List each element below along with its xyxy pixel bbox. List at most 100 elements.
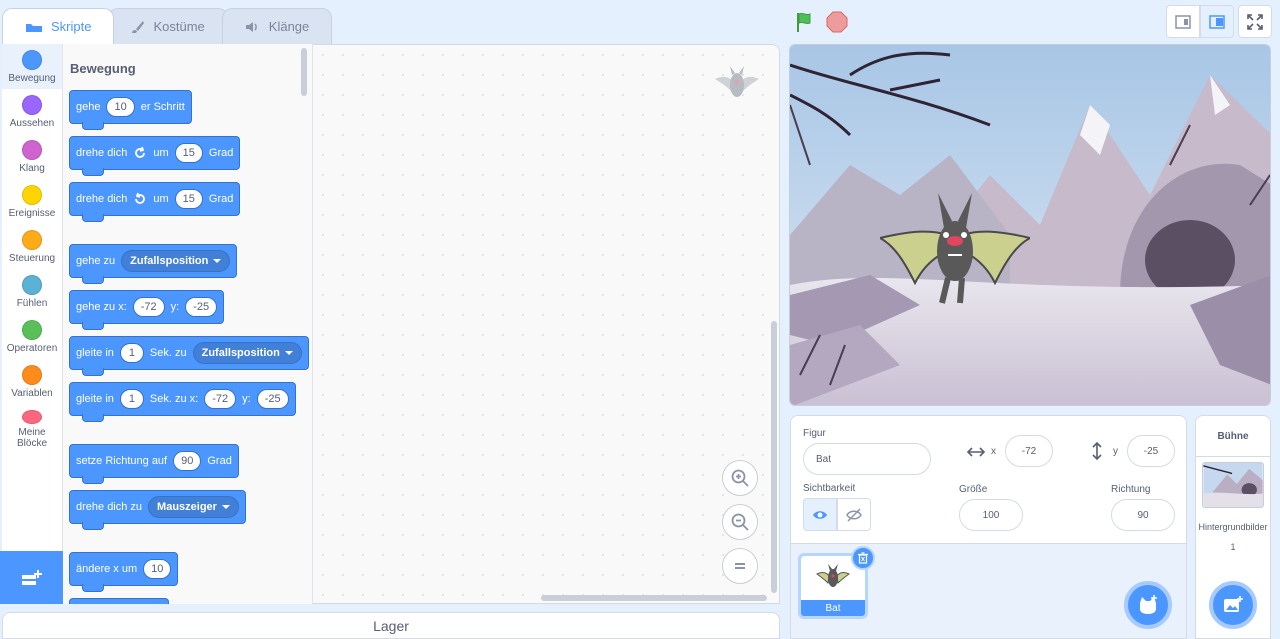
glide-dropdown[interactable]: Zufallsposition [192, 342, 302, 364]
palette-title: Bewegung [70, 61, 136, 76]
speaker-icon [245, 21, 257, 32]
block-glide-xy[interactable]: gleite in 1 Sek. zu x: -72 y: -25 [69, 382, 296, 422]
category-sensing[interactable]: Fühlen [2, 269, 62, 314]
sprite-tile-label: Bat [825, 603, 841, 614]
block-goto-xy[interactable]: gehe zu x: -72 y: -25 [69, 290, 225, 330]
block-goto[interactable]: gehe zu Zufallsposition [69, 244, 238, 284]
normal-stage-icon [1209, 14, 1225, 29]
add-extension-button[interactable] [0, 551, 63, 604]
category-variables[interactable]: Variablen [2, 359, 62, 404]
visibility-label: Sichtbarkeit [803, 483, 856, 494]
fullscreen-button[interactable] [1238, 5, 1272, 38]
block-turn-left[interactable]: drehe dich um 15 Grad [69, 182, 241, 222]
category-sound[interactable]: Klang [2, 134, 62, 179]
degrees-input[interactable]: 15 [174, 143, 203, 163]
eye-hidden-icon [846, 508, 862, 521]
dropdown-arrow-icon [284, 351, 293, 355]
category-events[interactable]: Ereignisse [2, 179, 62, 224]
block-text: setze Richtung auf [76, 455, 168, 467]
y-input[interactable]: -25 [185, 297, 218, 317]
direction-label: Richtung [1111, 484, 1151, 495]
category-control[interactable]: Steuerung [2, 224, 62, 269]
block-turn-right[interactable]: drehe dich um 15 Grad [69, 136, 241, 176]
block-partial[interactable] [69, 598, 169, 604]
sprite-watermark-icon [715, 66, 759, 97]
code-workspace[interactable] [313, 44, 780, 604]
direction-input[interactable]: 90 [1111, 499, 1175, 531]
category-my-blocks[interactable]: Meine Blöcke [2, 404, 62, 449]
block-move-steps[interactable]: gehe 10 er Schritt [69, 90, 192, 130]
trash-icon [858, 552, 868, 564]
horizontal-arrows-icon [966, 447, 986, 457]
small-stage-icon [1175, 14, 1191, 29]
my-blocks-dot-icon [22, 410, 42, 424]
workspace-vertical-scrollbar[interactable] [771, 321, 777, 593]
stage-canvas[interactable] [789, 44, 1271, 406]
y-input[interactable]: -25 [256, 389, 289, 409]
category-looks[interactable]: Aussehen [2, 89, 62, 134]
block-glide[interactable]: gleite in 1 Sek. zu Zufallsposition [69, 336, 309, 376]
size-input[interactable]: 100 [959, 499, 1023, 531]
category-menu: Bewegung Aussehen Klang Ereignisse Steue… [2, 44, 63, 604]
zoom-out-icon [731, 513, 749, 531]
x-input[interactable]: -72 [132, 297, 165, 317]
tab-sounds-label: Klänge [268, 19, 310, 34]
zoom-out-button[interactable] [722, 504, 758, 540]
block-point-towards[interactable]: drehe dich zu Mauszeiger [69, 490, 246, 530]
block-text: Sek. zu [149, 347, 187, 359]
tab-costumes[interactable]: Kostüme [108, 8, 228, 44]
category-label: Ereignisse [8, 208, 56, 219]
block-text: Grad [207, 455, 232, 467]
choose-sprite-button[interactable] [1124, 581, 1172, 629]
sprite-name-input[interactable]: Bat [803, 443, 931, 475]
sprite-tile[interactable]: Bat [798, 546, 875, 619]
show-sprite-button[interactable] [803, 498, 837, 531]
towards-dropdown[interactable]: Mauszeiger [148, 496, 239, 518]
steps-input[interactable]: 10 [106, 97, 135, 117]
category-motion[interactable]: Bewegung [2, 44, 62, 89]
category-label: Aussehen [9, 118, 55, 129]
choose-backdrop-button[interactable] [1209, 581, 1257, 629]
block-text: gleite in [76, 347, 114, 359]
degrees-input[interactable]: 15 [174, 189, 203, 209]
block-change-x[interactable]: ändere x um 10 [69, 552, 179, 592]
seconds-input[interactable]: 1 [119, 343, 144, 363]
backpack-bar[interactable]: Lager [2, 612, 780, 639]
green-flag-icon[interactable] [794, 11, 816, 33]
category-operators[interactable]: Operatoren [2, 314, 62, 359]
block-palette: Bewegung gehe 10 er Schritt drehe dich u… [63, 44, 313, 604]
stage-selector[interactable]: Bühne Hintergrundbilder 1 [1195, 415, 1271, 639]
block-text: er Schritt [140, 101, 185, 113]
operators-dot-icon [22, 320, 42, 340]
goto-dropdown[interactable]: Zufallsposition [121, 250, 231, 272]
tab-code[interactable]: Skripte [2, 8, 115, 44]
tab-costumes-label: Kostüme [153, 19, 205, 34]
y-input[interactable]: -25 [1127, 435, 1175, 467]
tab-sounds[interactable]: Klänge [221, 8, 333, 44]
block-text: gleite in [76, 393, 114, 405]
small-stage-button[interactable] [1166, 5, 1200, 38]
block-point-direction[interactable]: setze Richtung auf 90 Grad [69, 444, 239, 484]
block-text: y: [170, 301, 180, 313]
direction-input[interactable]: 90 [173, 451, 202, 471]
add-sprite-icon [1140, 595, 1157, 614]
stop-icon[interactable] [826, 11, 848, 33]
block-text: um [153, 147, 169, 159]
palette-scrollbar[interactable] [301, 48, 307, 96]
x-input[interactable]: -72 [1005, 435, 1053, 467]
delete-sprite-button[interactable] [851, 546, 875, 570]
events-dot-icon [22, 185, 42, 205]
normal-stage-button[interactable] [1200, 5, 1234, 38]
category-label: Operatoren [6, 343, 58, 354]
add-backdrop-icon [1224, 596, 1243, 612]
block-text: Grad [208, 147, 234, 159]
size-label: Größe [959, 484, 988, 495]
x-input[interactable]: -72 [204, 389, 237, 409]
zoom-in-button[interactable] [722, 460, 758, 496]
variables-dot-icon [22, 365, 42, 385]
change-x-input[interactable]: 10 [143, 559, 172, 579]
workspace-horizontal-scrollbar[interactable] [541, 595, 767, 601]
zoom-reset-button[interactable] [722, 548, 758, 584]
seconds-input[interactable]: 1 [119, 389, 144, 409]
hide-sprite-button[interactable] [837, 498, 871, 531]
